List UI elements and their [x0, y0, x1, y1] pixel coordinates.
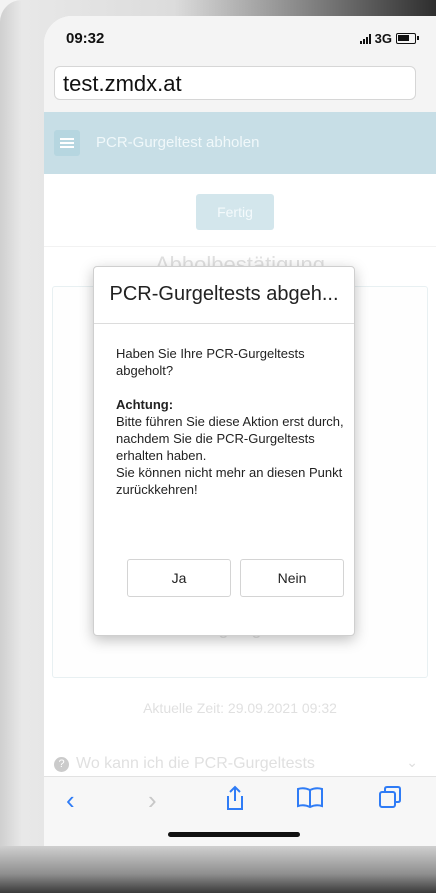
home-indicator [168, 832, 300, 837]
bookmarks-icon[interactable] [296, 785, 324, 816]
back-chevron-icon[interactable]: ‹ [66, 785, 75, 816]
dialog-divider [94, 323, 354, 324]
warning-heading: Achtung: [116, 397, 174, 412]
battery-icon [396, 33, 419, 44]
tabs-icon[interactable] [378, 785, 402, 816]
confirm-dialog: PCR-Gurgeltests abgeh... Haben Sie Ihre … [93, 266, 355, 636]
network-type: 3G [374, 31, 392, 46]
url-field[interactable]: test.zmdx.at [54, 66, 416, 100]
forward-chevron-icon[interactable]: › [148, 785, 157, 816]
status-time: 09:32 [66, 30, 105, 47]
dialog-body: Haben Sie Ihre PCR-Gurgeltests abgeholt?… [116, 345, 346, 498]
signal-icon [359, 33, 371, 44]
browser-toolbar: ‹ › [44, 776, 436, 846]
status-bar: 09:32 3G [44, 16, 436, 64]
dialog-title: PCR-Gurgeltests abgeh... [109, 283, 339, 305]
yes-button[interactable]: Ja [127, 559, 231, 597]
address-bar: test.zmdx.at [44, 64, 436, 112]
dialog-question: Haben Sie Ihre PCR-Gurgeltests abgeholt? [116, 346, 305, 378]
phone-screen: 09:32 3G test.zmdx.at PCR-Gurgeltest abh… [44, 16, 436, 846]
no-button[interactable]: Nein [240, 559, 344, 597]
phone-bezel [0, 846, 436, 893]
warning-text: Bitte führen Sie diese Aktion erst durch… [116, 414, 344, 463]
share-icon[interactable] [224, 785, 246, 818]
status-indicators: 3G [359, 31, 419, 46]
warning-note: Sie können nicht mehr an diesen Punkt zu… [116, 465, 343, 497]
